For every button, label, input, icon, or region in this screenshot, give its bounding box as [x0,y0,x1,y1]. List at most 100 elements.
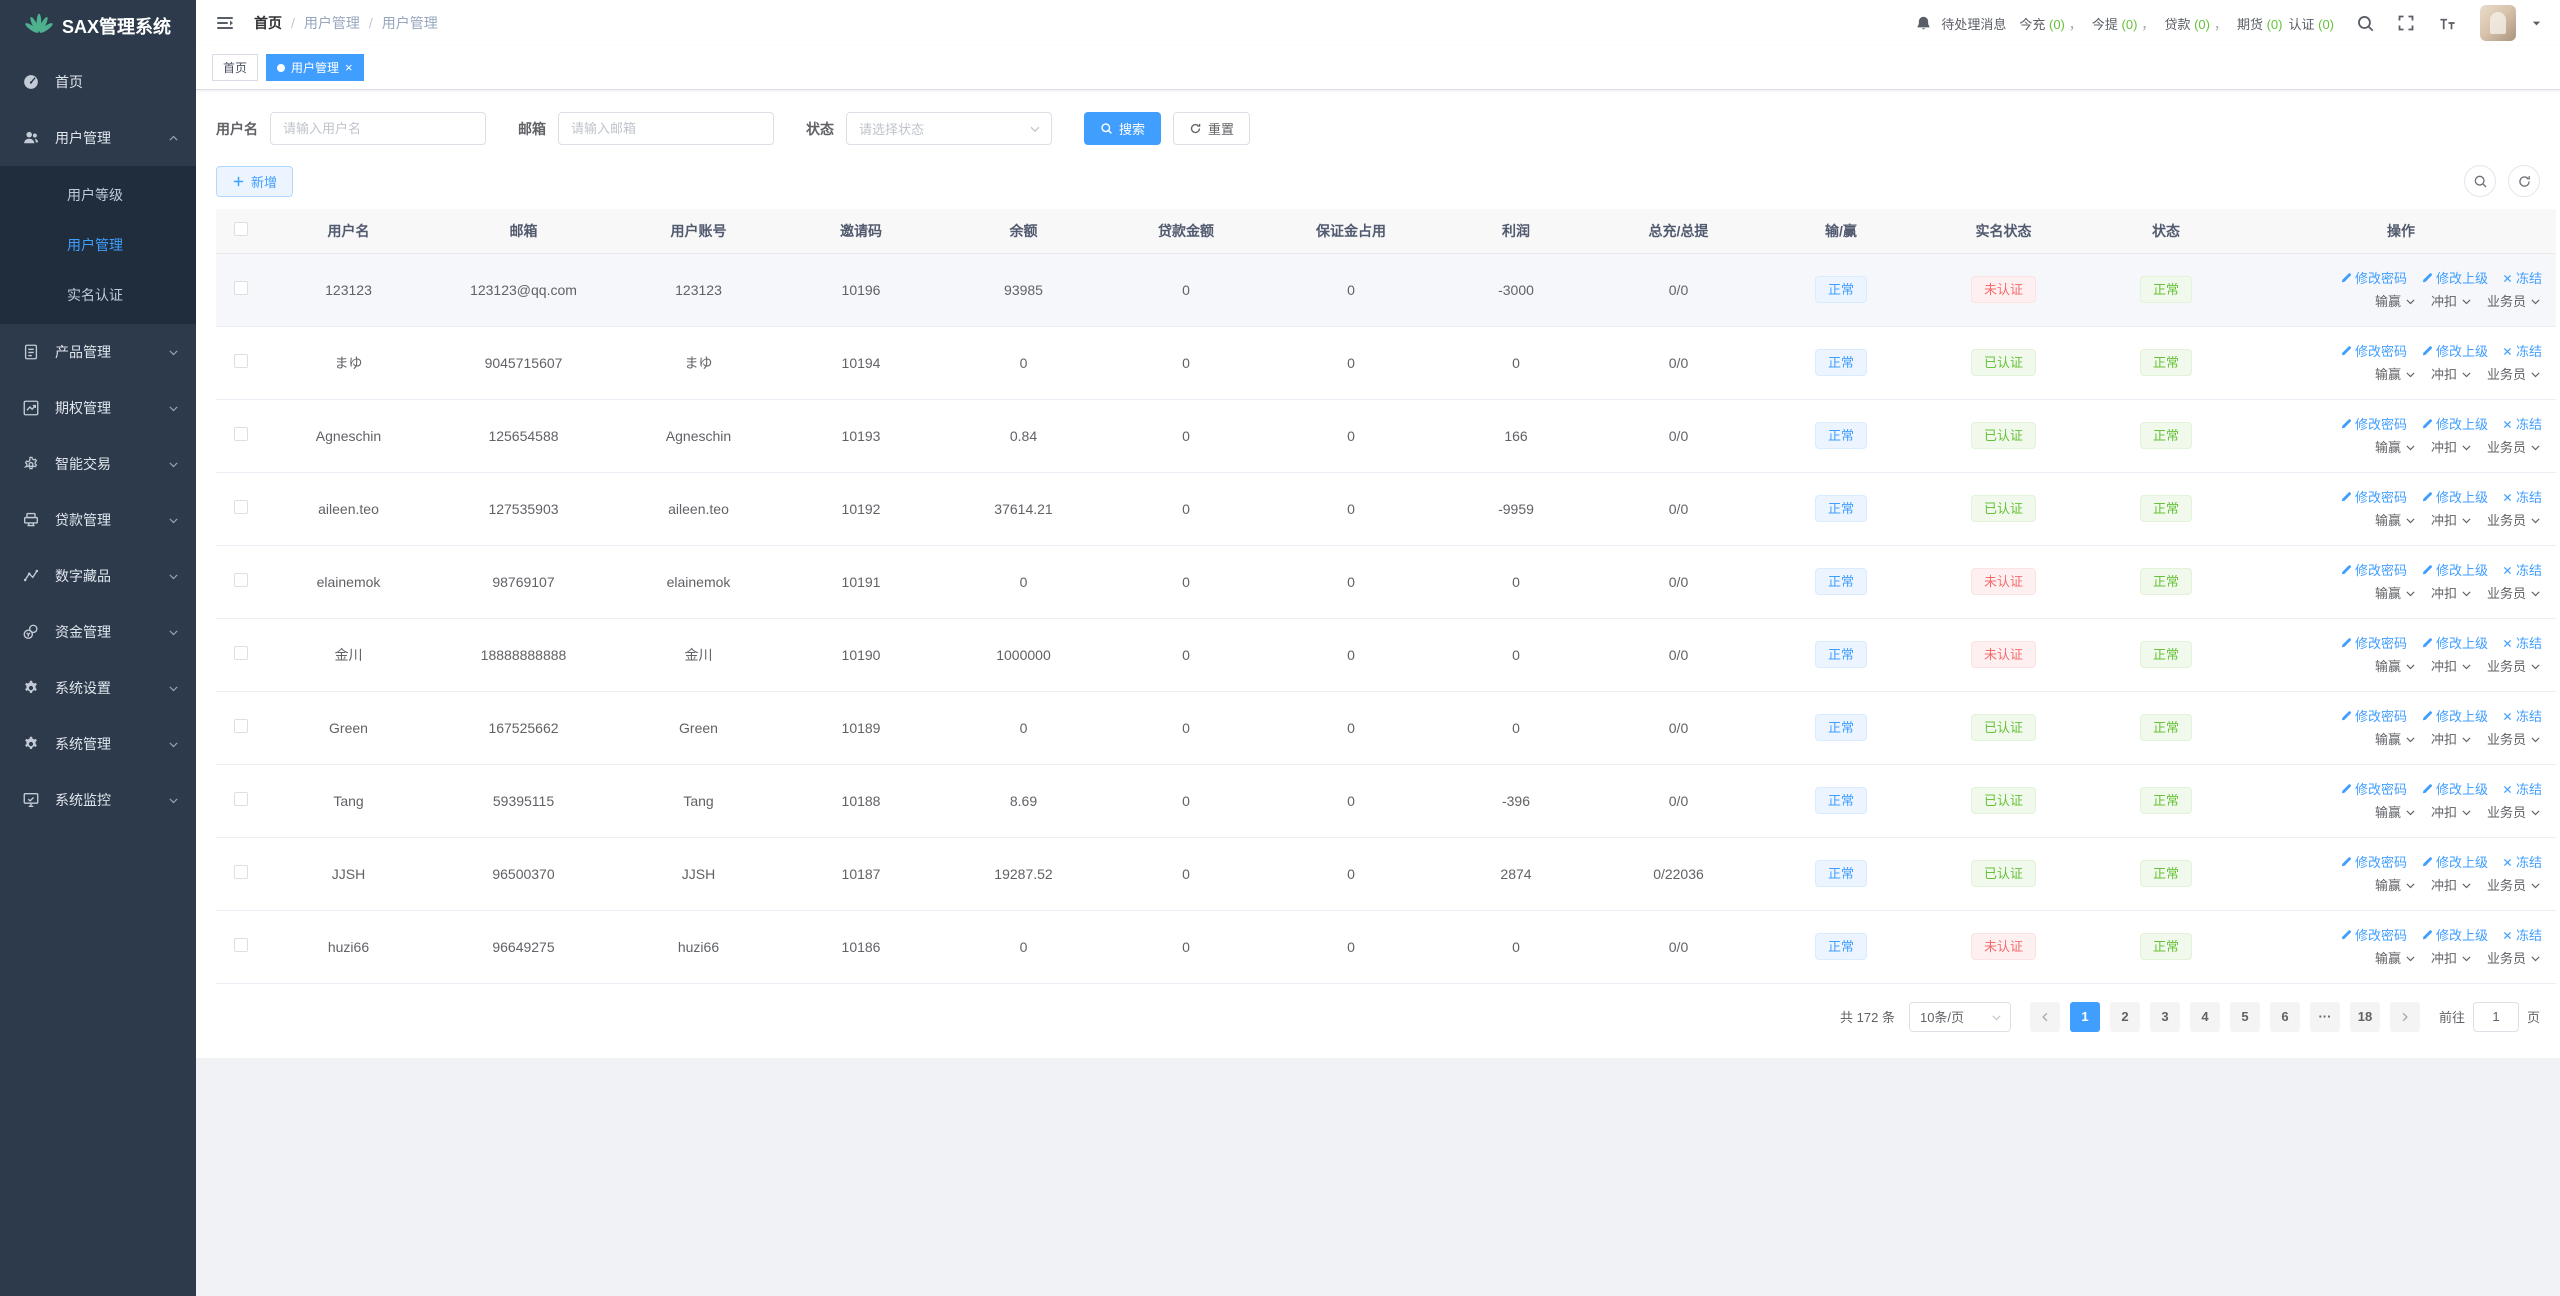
page-more-button[interactable]: ··· [2309,1001,2340,1032]
salesman-dropdown[interactable]: 业务员 [2487,587,2542,600]
row-checkbox[interactable] [234,573,248,587]
sidebar-item-loan-management[interactable]: 贷款管理 [0,492,196,548]
page-button-3[interactable]: 3 [2149,1001,2180,1032]
edit-password-link[interactable]: 修改密码 [2340,637,2407,650]
freeze-link[interactable]: 冻结 [2502,856,2542,869]
edit-parent-link[interactable]: 修改上级 [2421,272,2488,285]
edit-parent-link[interactable]: 修改上级 [2421,783,2488,796]
freeze-link[interactable]: 冻结 [2502,564,2542,577]
freeze-link[interactable]: 冻结 [2502,491,2542,504]
edit-password-link[interactable]: 修改密码 [2340,345,2407,358]
winlose-dropdown[interactable]: 输赢 [2375,806,2417,819]
edit-parent-link[interactable]: 修改上级 [2421,418,2488,431]
sidebar-item-home[interactable]: 首页 [0,54,196,110]
freeze-link[interactable]: 冻结 [2502,345,2542,358]
salesman-dropdown[interactable]: 业务员 [2487,660,2542,673]
refresh-table-button[interactable] [2508,165,2540,197]
user-menu-caret-icon[interactable] [2531,18,2542,29]
freeze-link[interactable]: 冻结 [2502,272,2542,285]
sidebar-item-system-management[interactable]: 系统管理 [0,716,196,772]
select-all-checkbox[interactable] [234,222,248,237]
sidebar-item-user-management[interactable]: 用户管理 [0,110,196,166]
deduct-dropdown[interactable]: 冲扣 [2431,587,2473,600]
edit-password-link[interactable]: 修改密码 [2340,418,2407,431]
sidebar-item-smart-trade[interactable]: 智能交易 [0,436,196,492]
row-checkbox[interactable] [234,427,248,441]
page-button-1[interactable]: 1 [2069,1001,2100,1032]
edit-password-link[interactable]: 修改密码 [2340,710,2407,723]
deduct-dropdown[interactable]: 冲扣 [2431,660,2473,673]
edit-parent-link[interactable]: 修改上级 [2421,491,2488,504]
deduct-dropdown[interactable]: 冲扣 [2431,879,2473,892]
sidebar-item-realname-auth[interactable]: 实名认证 [0,270,196,320]
edit-parent-link[interactable]: 修改上级 [2421,345,2488,358]
edit-parent-link[interactable]: 修改上级 [2421,710,2488,723]
freeze-link[interactable]: 冻结 [2502,418,2542,431]
sidebar-item-funds-management[interactable]: 资金管理 [0,604,196,660]
row-checkbox[interactable] [234,792,248,806]
sidebar-item-digital-collection[interactable]: 数字藏品 [0,548,196,604]
sidebar-item-user-level[interactable]: 用户等级 [0,170,196,220]
sidebar-item-product-management[interactable]: 产品管理 [0,324,196,380]
deduct-dropdown[interactable]: 冲扣 [2431,806,2473,819]
add-button[interactable]: 新增 [216,165,294,197]
avatar[interactable] [2480,5,2516,41]
freeze-link[interactable]: 冻结 [2502,637,2542,650]
row-checkbox[interactable] [234,281,248,295]
fullscreen-icon[interactable] [2396,13,2416,33]
next-page-button[interactable] [2389,1001,2420,1032]
winlose-dropdown[interactable]: 输赢 [2375,587,2417,600]
sidebar-item-options-management[interactable]: 期权管理 [0,380,196,436]
salesman-dropdown[interactable]: 业务员 [2487,441,2542,454]
sidebar-collapse-icon[interactable] [214,12,236,34]
winlose-dropdown[interactable]: 输赢 [2375,295,2417,308]
deduct-dropdown[interactable]: 冲扣 [2431,441,2473,454]
row-checkbox[interactable] [234,646,248,660]
salesman-dropdown[interactable]: 业务员 [2487,879,2542,892]
freeze-link[interactable]: 冻结 [2502,710,2542,723]
winlose-dropdown[interactable]: 输赢 [2375,660,2417,673]
tab-home[interactable]: 首页 [212,54,259,81]
username-input[interactable] [270,112,486,145]
edit-parent-link[interactable]: 修改上级 [2421,929,2488,942]
page-button-2[interactable]: 2 [2109,1001,2140,1032]
edit-password-link[interactable]: 修改密码 [2340,272,2407,285]
tab-close-icon[interactable]: × [345,61,353,74]
row-checkbox[interactable] [234,865,248,879]
font-size-icon[interactable] [2437,13,2457,33]
edit-parent-link[interactable]: 修改上级 [2421,637,2488,650]
edit-password-link[interactable]: 修改密码 [2340,783,2407,796]
search-button[interactable]: 搜索 [1084,112,1162,145]
row-checkbox[interactable] [234,500,248,514]
edit-password-link[interactable]: 修改密码 [2340,856,2407,869]
winlose-dropdown[interactable]: 输赢 [2375,733,2417,746]
edit-password-link[interactable]: 修改密码 [2340,929,2407,942]
email-input[interactable] [558,112,774,145]
row-checkbox[interactable] [234,719,248,733]
bell-icon[interactable] [1914,14,1932,32]
edit-parent-link[interactable]: 修改上级 [2421,564,2488,577]
edit-password-link[interactable]: 修改密码 [2340,564,2407,577]
salesman-dropdown[interactable]: 业务员 [2487,368,2542,381]
sidebar-item-system-settings[interactable]: 系统设置 [0,660,196,716]
salesman-dropdown[interactable]: 业务员 [2487,952,2542,965]
page-button-18[interactable]: 18 [2349,1001,2380,1032]
winlose-dropdown[interactable]: 输赢 [2375,441,2417,454]
status-select[interactable]: 请选择状态 [846,112,1052,145]
row-checkbox[interactable] [234,938,248,952]
toggle-search-button[interactable] [2464,165,2496,197]
winlose-dropdown[interactable]: 输赢 [2375,952,2417,965]
deduct-dropdown[interactable]: 冲扣 [2431,295,2473,308]
page-button-4[interactable]: 4 [2189,1001,2220,1032]
salesman-dropdown[interactable]: 业务员 [2487,733,2542,746]
tab-user-management[interactable]: 用户管理 × [266,54,364,81]
deduct-dropdown[interactable]: 冲扣 [2431,368,2473,381]
reset-button[interactable]: 重置 [1173,112,1251,145]
search-icon[interactable] [2355,13,2375,33]
page-size-select[interactable]: 10条/页 [1908,1001,2011,1032]
salesman-dropdown[interactable]: 业务员 [2487,295,2542,308]
page-button-5[interactable]: 5 [2229,1001,2260,1032]
goto-page-input[interactable] [2472,1001,2519,1032]
deduct-dropdown[interactable]: 冲扣 [2431,952,2473,965]
deduct-dropdown[interactable]: 冲扣 [2431,733,2473,746]
